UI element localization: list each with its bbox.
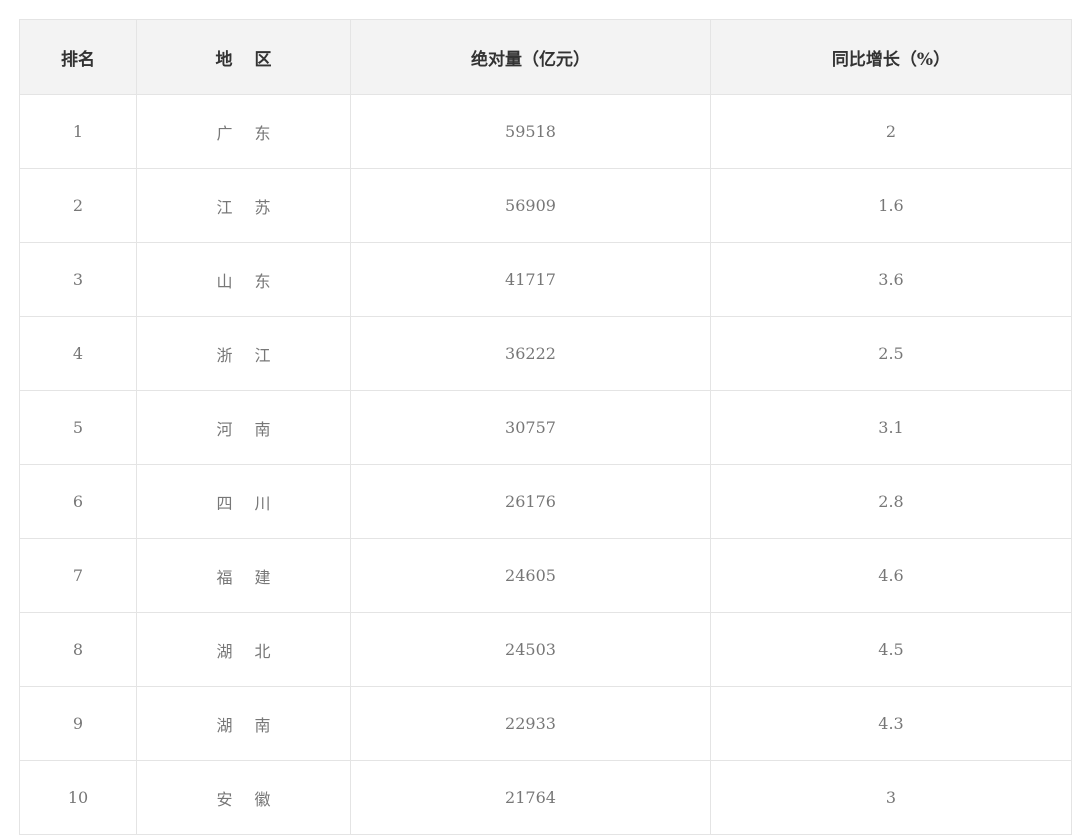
table-row: 5 河南 30757 3.1 [19,390,1072,465]
cell-rank: 4 [19,316,137,391]
table-row: 10 安徽 21764 3 [19,760,1072,835]
cell-growth: 3.1 [710,390,1072,465]
cell-rank: 2 [19,168,137,243]
table-row: 7 福建 24605 4.6 [19,538,1072,613]
cell-region: 江苏 [136,168,351,243]
ranking-table-container: 排名 地区 绝对量（亿元） 同比增长（%） 1 广东 59518 2 2 江苏 … [19,19,1072,835]
cell-absolute: 56909 [350,168,711,243]
header-growth: 同比增长（%） [710,19,1072,95]
cell-absolute: 21764 [350,760,711,835]
cell-rank: 9 [19,686,137,761]
cell-absolute: 24503 [350,612,711,687]
cell-growth: 4.3 [710,686,1072,761]
cell-absolute: 59518 [350,94,711,169]
cell-region: 山东 [136,242,351,317]
cell-region: 湖北 [136,612,351,687]
cell-growth: 4.6 [710,538,1072,613]
cell-absolute: 24605 [350,538,711,613]
cell-rank: 10 [19,760,137,835]
cell-growth: 2 [710,94,1072,169]
cell-rank: 8 [19,612,137,687]
header-absolute: 绝对量（亿元） [350,19,711,95]
ranking-table: 排名 地区 绝对量（亿元） 同比增长（%） 1 广东 59518 2 2 江苏 … [19,19,1072,835]
cell-absolute: 36222 [350,316,711,391]
cell-growth: 3 [710,760,1072,835]
table-row: 2 江苏 56909 1.6 [19,168,1072,243]
table-row: 8 湖北 24503 4.5 [19,612,1072,687]
cell-region: 浙江 [136,316,351,391]
cell-growth: 2.5 [710,316,1072,391]
cell-region: 湖南 [136,686,351,761]
cell-absolute: 41717 [350,242,711,317]
cell-absolute: 26176 [350,464,711,539]
table-header: 排名 地区 绝对量（亿元） 同比增长（%） [19,19,1072,95]
cell-region: 安徽 [136,760,351,835]
table-row: 1 广东 59518 2 [19,94,1072,169]
cell-rank: 6 [19,464,137,539]
table-row: 4 浙江 36222 2.5 [19,316,1072,391]
cell-absolute: 30757 [350,390,711,465]
cell-absolute: 22933 [350,686,711,761]
cell-growth: 2.8 [710,464,1072,539]
table-body: 1 广东 59518 2 2 江苏 56909 1.6 3 山东 41717 3… [19,94,1072,835]
header-rank: 排名 [19,19,137,95]
cell-region: 四川 [136,464,351,539]
cell-growth: 4.5 [710,612,1072,687]
cell-rank: 1 [19,94,137,169]
header-row: 排名 地区 绝对量（亿元） 同比增长（%） [19,19,1072,95]
cell-region: 河南 [136,390,351,465]
cell-rank: 7 [19,538,137,613]
cell-growth: 1.6 [710,168,1072,243]
cell-region: 福建 [136,538,351,613]
cell-region: 广东 [136,94,351,169]
table-row: 3 山东 41717 3.6 [19,242,1072,317]
cell-rank: 5 [19,390,137,465]
table-row: 6 四川 26176 2.8 [19,464,1072,539]
table-row: 9 湖南 22933 4.3 [19,686,1072,761]
cell-rank: 3 [19,242,137,317]
cell-growth: 3.6 [710,242,1072,317]
header-region: 地区 [136,19,351,95]
